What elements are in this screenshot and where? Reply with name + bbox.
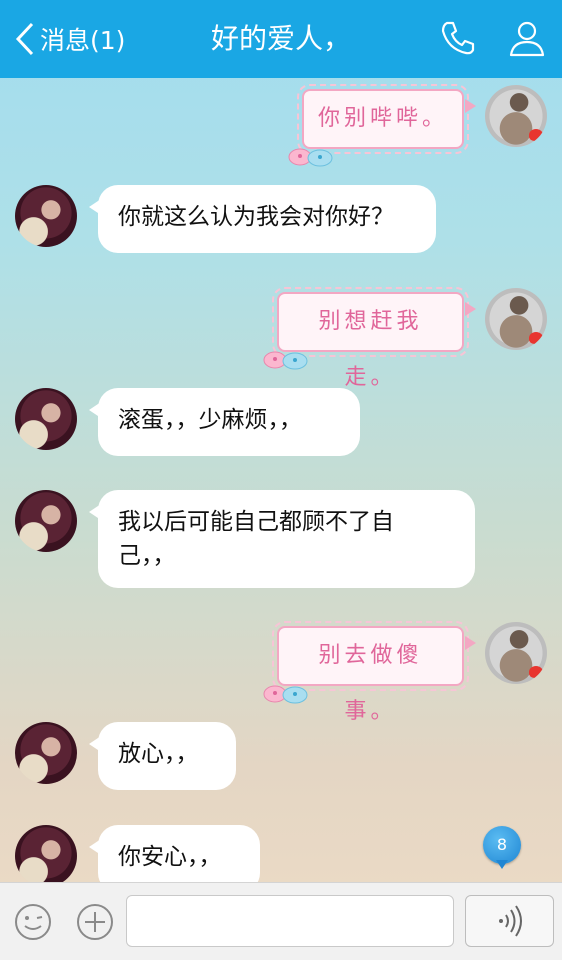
chevron-left-icon [15,22,34,56]
phone-icon [441,21,475,55]
message-text: 别想赶我走。 [318,309,423,390]
message-text: 你安心，， [118,844,222,870]
chat-screen: 消息(1) 好的爱人， 你别哔哔。 你就这么认为我会对你好？ 别想赶我走。 滚蛋… [0,0,562,960]
contact-icon [509,21,545,57]
contact-avatar[interactable] [15,825,77,887]
plus-icon [77,904,113,940]
message-bubble-theirs[interactable]: 放心，， [89,722,236,790]
message-text: 你别哔哔。 [318,106,449,131]
contact-avatar[interactable] [15,490,77,552]
voice-icon [499,905,522,937]
message-text: 滚蛋，，少麻烦，， [118,407,302,433]
input-bar [0,882,562,960]
message-text: 我以后可能自己都顾不了自己，， [118,509,394,569]
message-text: 别去做傻事。 [318,643,423,724]
my-avatar[interactable] [485,622,547,684]
voice-button[interactable] [465,895,554,947]
contact-avatar[interactable] [15,185,77,247]
chat-header: 消息(1) 好的爱人， [0,0,562,78]
teacups-decoration [286,135,338,167]
contact-avatar[interactable] [15,722,77,784]
contact-profile-button[interactable] [507,18,547,58]
back-button[interactable]: 消息(1) [14,18,125,60]
message-bubble-mine[interactable]: 别去做傻事。 [263,621,476,724]
emoji-button[interactable] [12,901,54,943]
teacups-decoration [261,672,313,704]
my-avatar[interactable] [485,85,547,147]
message-bubble-mine[interactable]: 别想赶我走。 [263,287,476,390]
message-bubble-mine[interactable]: 你别哔哔。 [288,84,476,167]
message-bubble-theirs[interactable]: 你就这么认为我会对你好？ [89,185,436,253]
back-label: 消息(1) [40,26,126,55]
contact-avatar[interactable] [15,388,77,450]
more-options-button[interactable] [74,901,116,943]
message-text: 你就这么认为我会对你好？ [118,204,394,230]
message-text: 放心，， [118,741,199,767]
emoji-icon [15,904,51,940]
call-button[interactable] [438,18,478,58]
message-input[interactable] [126,895,454,947]
message-bubble-theirs[interactable]: 我以后可能自己都顾不了自己，， [89,490,475,588]
message-bubble-theirs[interactable]: 滚蛋，，少麻烦，， [89,388,360,456]
my-avatar[interactable] [485,288,547,350]
unread-count-badge[interactable]: 8 [483,826,521,869]
teacups-decoration [261,338,313,370]
